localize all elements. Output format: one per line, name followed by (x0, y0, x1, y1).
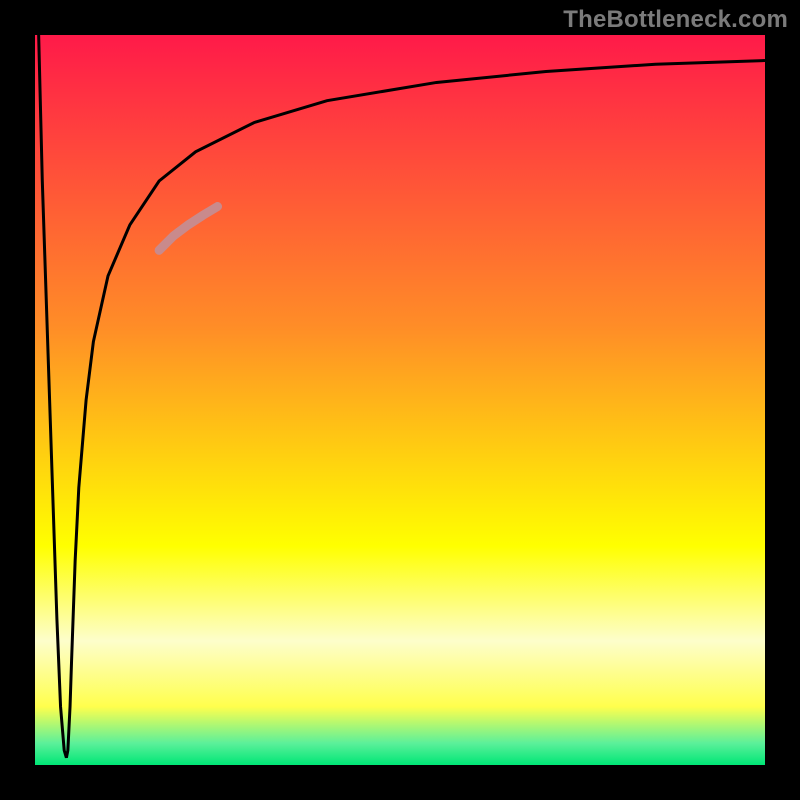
plot-svg (35, 35, 765, 765)
chart-frame: TheBottleneck.com (0, 0, 800, 800)
watermark-text: TheBottleneck.com (563, 6, 788, 34)
plot-area (35, 35, 765, 765)
gradient-background (35, 35, 765, 765)
